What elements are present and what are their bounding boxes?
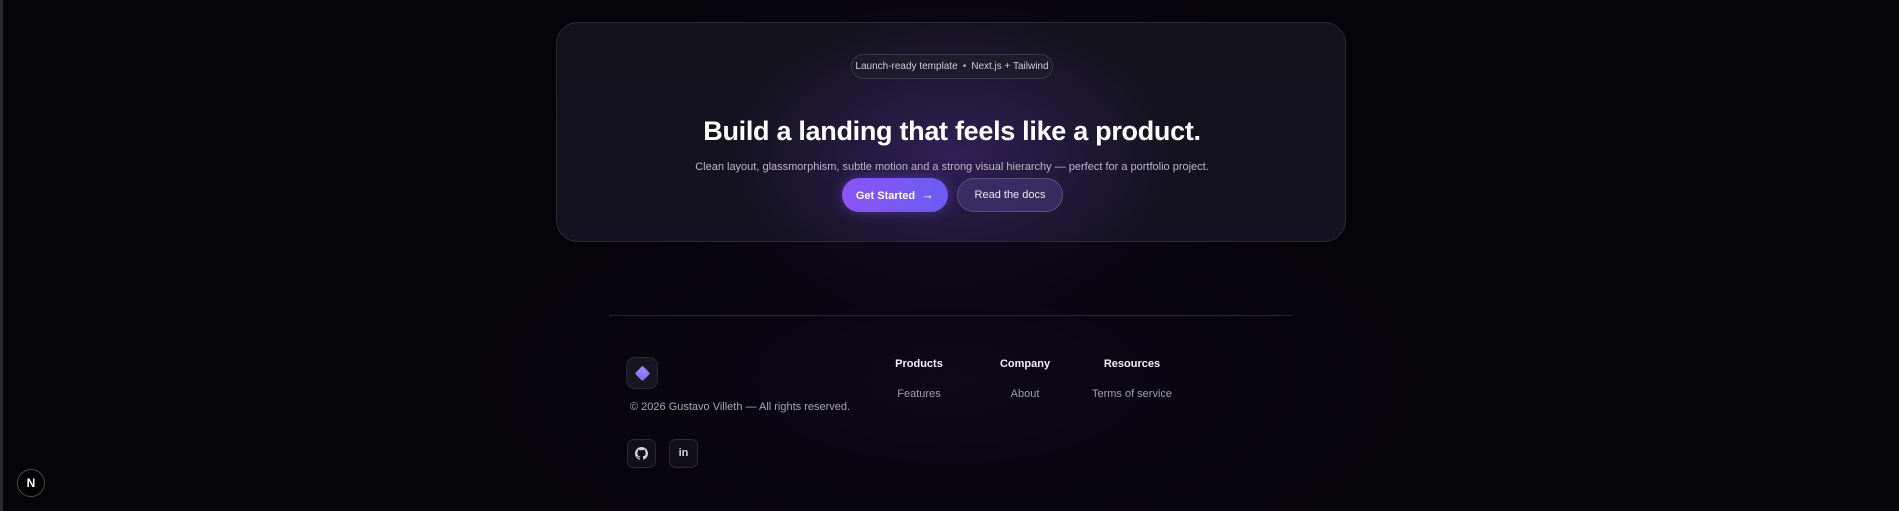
copyright-text: © 2026 Gustavo Villeth — All rights rese…: [630, 401, 851, 413]
hero-subtitle: Clean layout, glassmorphism, subtle moti…: [695, 161, 1209, 173]
footer-link-terms[interactable]: Terms of service: [1080, 388, 1184, 400]
footer-column-company: Company About: [982, 358, 1068, 400]
template-badge: Launch-ready template • Next.js + Tailwind: [851, 54, 1053, 79]
diamond-logo-icon: [634, 365, 651, 382]
nextjs-devtools-button[interactable]: N: [17, 469, 45, 497]
read-docs-button[interactable]: Read the docs: [957, 178, 1063, 212]
get-started-button[interactable]: Get Started →: [842, 178, 948, 212]
linkedin-button[interactable]: in: [669, 439, 698, 468]
github-button[interactable]: [627, 439, 656, 468]
footer-column-title: Products: [895, 358, 943, 370]
footer-column-title: Company: [999, 358, 1051, 370]
footer-column-products: Products Features: [876, 358, 962, 400]
get-started-label: Get Started: [855, 190, 916, 202]
nextjs-icon: N: [26, 476, 36, 490]
footer-column-title: Resources: [1103, 358, 1161, 370]
badge-separator: •: [962, 61, 967, 72]
github-icon: [635, 446, 648, 460]
hero-title: Build a landing that feels like a produc…: [703, 116, 1201, 146]
footer-link-about[interactable]: About: [982, 388, 1068, 400]
badge-right-text: Next.js + Tailwind: [971, 61, 1049, 72]
footer-divider: [609, 315, 1293, 316]
brand-logo[interactable]: [626, 357, 658, 389]
badge-left-text: Launch-ready template: [855, 61, 958, 72]
linkedin-icon: in: [678, 447, 689, 459]
hero-card: Launch-ready template • Next.js + Tailwind…: [556, 22, 1346, 242]
footer-column-resources: Resources Terms of service: [1080, 358, 1184, 400]
footer-link-features[interactable]: Features: [876, 388, 962, 400]
arrow-right-icon: →: [921, 187, 935, 202]
